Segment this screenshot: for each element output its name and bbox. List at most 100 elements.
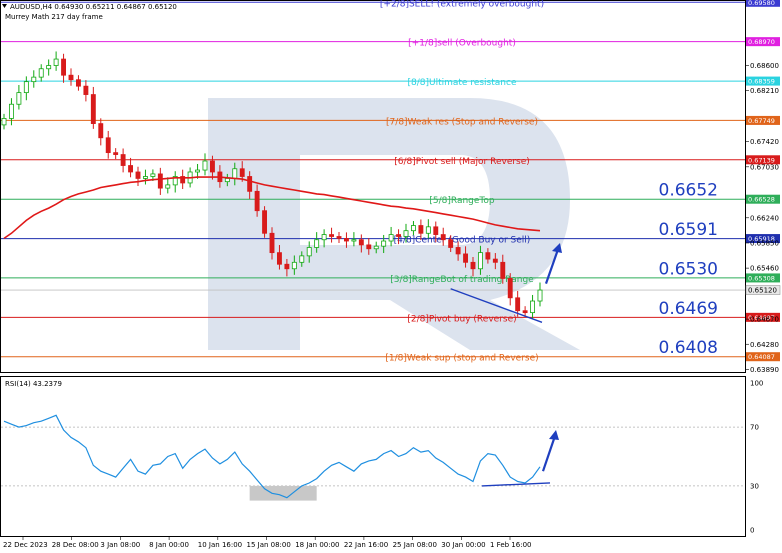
candle-body xyxy=(129,166,133,172)
candle-body xyxy=(337,237,341,239)
rsi-arrow-head xyxy=(549,430,559,440)
time-tick-label: 22 Dec 2023 xyxy=(3,541,48,549)
candle-body xyxy=(389,235,393,241)
level-annotation: 0.6591 xyxy=(659,220,718,240)
candle-body xyxy=(359,240,363,245)
candle-body xyxy=(136,172,140,178)
time-tick-label: 28 Dec 08:00 xyxy=(52,541,99,549)
candle-body xyxy=(32,77,36,82)
candle-body xyxy=(158,174,162,188)
price-tick-label: 0.63890 xyxy=(750,366,779,374)
candle-body xyxy=(121,155,125,166)
candle-body xyxy=(397,235,401,237)
time-tick-label: 22 Jan 16:00 xyxy=(344,541,388,549)
level-annotation: 0.6408 xyxy=(659,338,718,358)
candle-body xyxy=(114,153,118,155)
candle-body xyxy=(531,301,535,313)
candle-body xyxy=(449,240,453,248)
candle-body xyxy=(240,169,244,177)
candle-body xyxy=(91,95,95,124)
candle-body xyxy=(84,86,88,94)
candle-body xyxy=(203,161,207,170)
candle-body xyxy=(322,235,326,240)
price-tick-label: 0.64280 xyxy=(750,341,779,349)
candle-body xyxy=(47,66,51,69)
rsi-line xyxy=(4,415,540,497)
level-price-tag-text: 0.68970 xyxy=(748,38,775,46)
indicator-name: Murrey Math 217 day frame xyxy=(5,13,103,21)
oversold-highlight xyxy=(250,486,317,501)
candle-body xyxy=(166,185,170,188)
rsi-panel-frame xyxy=(1,377,746,537)
price-tick-label: 0.66240 xyxy=(750,214,779,222)
time-tick-label: 25 Jan 08:00 xyxy=(393,541,437,549)
candle-body xyxy=(493,259,497,262)
price-axis: 0.695800.689700.683590.677490.671390.665… xyxy=(745,0,780,374)
candle-body xyxy=(471,262,475,268)
candle-body xyxy=(426,227,430,233)
price-tick-label: 0.67420 xyxy=(750,138,779,146)
candle-body xyxy=(24,82,28,93)
candle-body xyxy=(54,59,58,65)
candle-body xyxy=(315,240,319,248)
rsi-arrow-shaft xyxy=(543,439,554,471)
level-label: [1/8]Weak sup (stop and Reverse) xyxy=(385,354,538,364)
candle-body xyxy=(277,253,281,265)
candle-body xyxy=(2,118,6,124)
level-label: [5/8]RangeTop xyxy=(429,196,495,206)
level-price-tag-text: 0.65308 xyxy=(748,274,775,282)
candle-body xyxy=(523,311,527,313)
rsi-label: RSI(14) 43.2379 xyxy=(5,380,62,388)
rsi-tick-label: 0 xyxy=(750,527,754,535)
time-axis: 22 Dec 202328 Dec 08:003 Jan 08:008 Jan … xyxy=(3,536,531,549)
time-tick-label: 1 Feb 16:00 xyxy=(490,541,531,549)
candle-body xyxy=(76,80,80,86)
candle-body xyxy=(344,238,348,241)
candle-body xyxy=(434,227,438,235)
candle-body xyxy=(516,298,520,311)
rsi-trend-line xyxy=(482,483,550,486)
time-tick-label: 3 Jan 08:00 xyxy=(100,541,140,549)
rsi-tick-label: 100 xyxy=(750,380,763,388)
murrey-levels: [+2/8]SELL! (extremely overbought)[+1/8]… xyxy=(1,0,745,364)
candle-body xyxy=(441,235,445,240)
level-price-tag-text: 0.69580 xyxy=(748,0,775,7)
candle-body xyxy=(464,254,468,262)
candle-body xyxy=(478,253,482,269)
level-price-tag-text: 0.66528 xyxy=(748,196,775,204)
price-chart: AUDUSD,H4 0.64930 0.65211 0.64867 0.6512… xyxy=(0,0,782,553)
candle-body xyxy=(285,264,289,269)
main-panel-frame xyxy=(1,1,746,373)
level-label: [8/8]Ultimate resistance xyxy=(408,78,517,88)
candle-body xyxy=(374,246,378,249)
price-tick-label: 0.65850 xyxy=(750,239,779,247)
candle-body xyxy=(270,233,274,252)
level-label: [+1/8]sell (Overbought) xyxy=(408,39,516,49)
candle-body xyxy=(210,161,214,172)
candle-body xyxy=(292,262,296,268)
candle-body xyxy=(62,59,66,75)
current-price-tag-text: 0.65120 xyxy=(748,287,777,295)
candle-body xyxy=(255,191,259,210)
time-tick-label: 18 Jan 00:00 xyxy=(295,541,339,549)
level-label: [2/8]Pivot buy (Reverse) xyxy=(407,314,516,324)
candle-body xyxy=(330,235,334,237)
candle-body xyxy=(538,290,542,301)
candle-body xyxy=(300,256,304,262)
time-tick-label: 10 Jan 16:00 xyxy=(198,541,242,549)
candle-body xyxy=(486,253,490,259)
level-annotation: 0.6530 xyxy=(659,259,718,279)
candle-body xyxy=(17,93,21,105)
candle-body xyxy=(263,211,267,234)
price-tick-label: 0.67030 xyxy=(750,163,779,171)
candle-body xyxy=(404,231,408,237)
candle-body xyxy=(151,174,155,177)
candle-body xyxy=(69,75,73,80)
candle-body xyxy=(233,169,237,179)
candle-body xyxy=(411,226,415,231)
price-tick-label: 0.64670 xyxy=(750,316,779,324)
collapse-triangle-icon[interactable] xyxy=(2,4,7,8)
candle-body xyxy=(367,245,371,249)
candle-body xyxy=(99,124,103,138)
price-tick-label: 0.68600 xyxy=(750,62,779,70)
